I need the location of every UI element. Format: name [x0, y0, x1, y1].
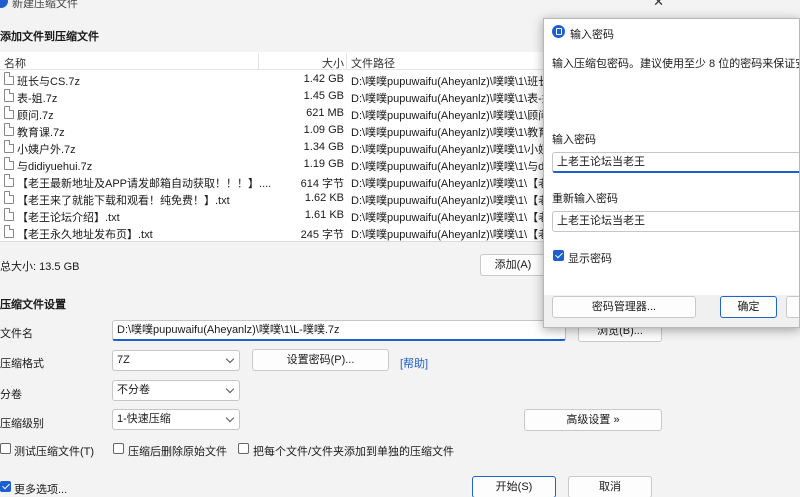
password-label: 输入密码: [552, 134, 596, 146]
password-manager-button[interactable]: 密码管理器...: [552, 296, 696, 318]
file-icon: [4, 106, 14, 119]
split-value: 不分卷: [117, 384, 150, 396]
file-size: 621 MB: [306, 107, 344, 119]
file-name: 小姨户外.7z: [17, 144, 76, 156]
file-name: 班长与CS.7z: [17, 76, 80, 88]
file-name: 教育课.7z: [17, 127, 65, 139]
more-options-checkbox[interactable]: [0, 481, 11, 492]
file-name: 表-姐.7z: [17, 93, 58, 105]
file-name: 【老王论坛介绍】.txt: [17, 212, 120, 224]
password-hint: 输入压缩包密码。建议使用至少 8 位的密码来保证安全: [552, 58, 800, 70]
app-icon: [0, 0, 8, 8]
file-name: 顾问.7z: [17, 110, 54, 122]
settings-section-title: 压缩文件设置: [0, 299, 66, 311]
chevron-down-icon: [225, 384, 235, 394]
file-name: 与didiyuehui.7z: [17, 161, 93, 173]
file-size: 1.62 KB: [304, 192, 344, 204]
add-button[interactable]: 添加(A): [480, 254, 546, 276]
cancel-button[interactable]: 取消: [568, 476, 652, 497]
dialog-cancel-button[interactable]: [786, 296, 799, 318]
chevron-down-icon: [225, 354, 235, 364]
password-input[interactable]: 上老王论坛当老王: [552, 152, 799, 173]
file-name: 【老王永久地址发布页】.txt: [17, 229, 153, 241]
format-value: 7Z: [117, 354, 130, 366]
column-name[interactable]: 名称: [4, 55, 26, 71]
test-archive-checkbox[interactable]: [0, 443, 11, 454]
confirm-password-label: 重新输入密码: [552, 193, 618, 205]
file-name: 【老王来了就能下载和观看！纯免费！】.txt: [17, 195, 230, 207]
files-section-title: 添加文件到压缩文件: [0, 31, 99, 43]
separate-archives-checkbox[interactable]: [238, 443, 249, 454]
split-select[interactable]: 不分卷: [112, 380, 240, 401]
chevron-down-icon: [225, 413, 235, 423]
file-icon: [4, 174, 14, 187]
file-size: 1.19 GB: [303, 158, 344, 170]
format-select[interactable]: 7Z: [112, 350, 240, 371]
dialog-title-bar: 输入密码: [544, 19, 799, 45]
help-link[interactable]: [帮助]: [400, 355, 428, 371]
file-size: 245 字节: [300, 229, 344, 241]
file-icon: [4, 89, 14, 102]
total-size: 总大小: 13.5 GB: [0, 261, 80, 273]
more-options-label[interactable]: 更多选项...: [14, 481, 67, 497]
file-size: 1.45 GB: [303, 90, 344, 102]
file-size: 1.61 KB: [304, 209, 344, 221]
column-size[interactable]: 大小: [322, 55, 344, 71]
delete-original-checkbox[interactable]: [113, 443, 124, 454]
close-icon[interactable]: ✕: [653, 0, 664, 10]
level-value: 1-快速压缩: [117, 413, 171, 425]
level-select[interactable]: 1-快速压缩: [112, 409, 240, 430]
separate-archives-label: 把每个文件/文件夹添加到单独的压缩文件: [253, 446, 455, 458]
file-size: 1.34 GB: [303, 141, 344, 153]
split-label: 分卷: [0, 389, 22, 401]
level-label: 压缩级别: [0, 418, 44, 430]
filename-input[interactable]: D:\噗噗pupuwaifu(Aheyanlz)\噗噗\1\L-噗噗.7z: [112, 320, 566, 341]
show-password-label: 显示密码: [568, 253, 612, 265]
dialog-title: 输入密码: [570, 29, 614, 41]
file-icon: [4, 191, 14, 204]
file-icon: [4, 123, 14, 136]
file-icon: [4, 225, 14, 238]
advanced-settings-button[interactable]: 高级设置 »: [524, 409, 662, 431]
confirm-password-input[interactable]: 上老王论坛当老王: [552, 211, 799, 232]
file-size: 1.09 GB: [303, 124, 344, 136]
test-archive-label: 测试压缩文件(T): [14, 446, 95, 458]
file-icon: [4, 72, 14, 85]
show-password-checkbox[interactable]: [553, 250, 564, 261]
filename-label: 文件名: [0, 328, 33, 340]
ok-button[interactable]: 确定: [720, 296, 777, 318]
file-icon: [4, 157, 14, 170]
file-icon: [4, 208, 14, 221]
file-icon: [4, 140, 14, 153]
password-dialog: 输入密码 输入压缩包密码。建议使用至少 8 位的密码来保证安全 输入密码 上老王…: [543, 18, 800, 328]
start-button[interactable]: 开始(S): [472, 476, 556, 497]
set-password-button[interactable]: 设置密码(P)...: [252, 349, 389, 371]
dialog-body: 输入压缩包密码。建议使用至少 8 位的密码来保证安全 输入密码 上老王论坛当老王…: [544, 45, 799, 295]
file-size: 1.42 GB: [303, 73, 344, 85]
window-title: 新建压缩文件: [12, 0, 78, 10]
file-size: 614 字节: [300, 178, 344, 190]
delete-original-label: 压缩后删除原始文件: [128, 446, 227, 458]
lock-icon: [552, 25, 565, 38]
file-name: 【老王最新地址及APP请发邮箱自动获取！！！】....: [17, 178, 272, 190]
format-label: 压缩格式: [0, 358, 44, 370]
column-path[interactable]: 文件路径: [351, 55, 395, 71]
title-bar: 新建压缩文件 ✕: [0, 0, 672, 16]
